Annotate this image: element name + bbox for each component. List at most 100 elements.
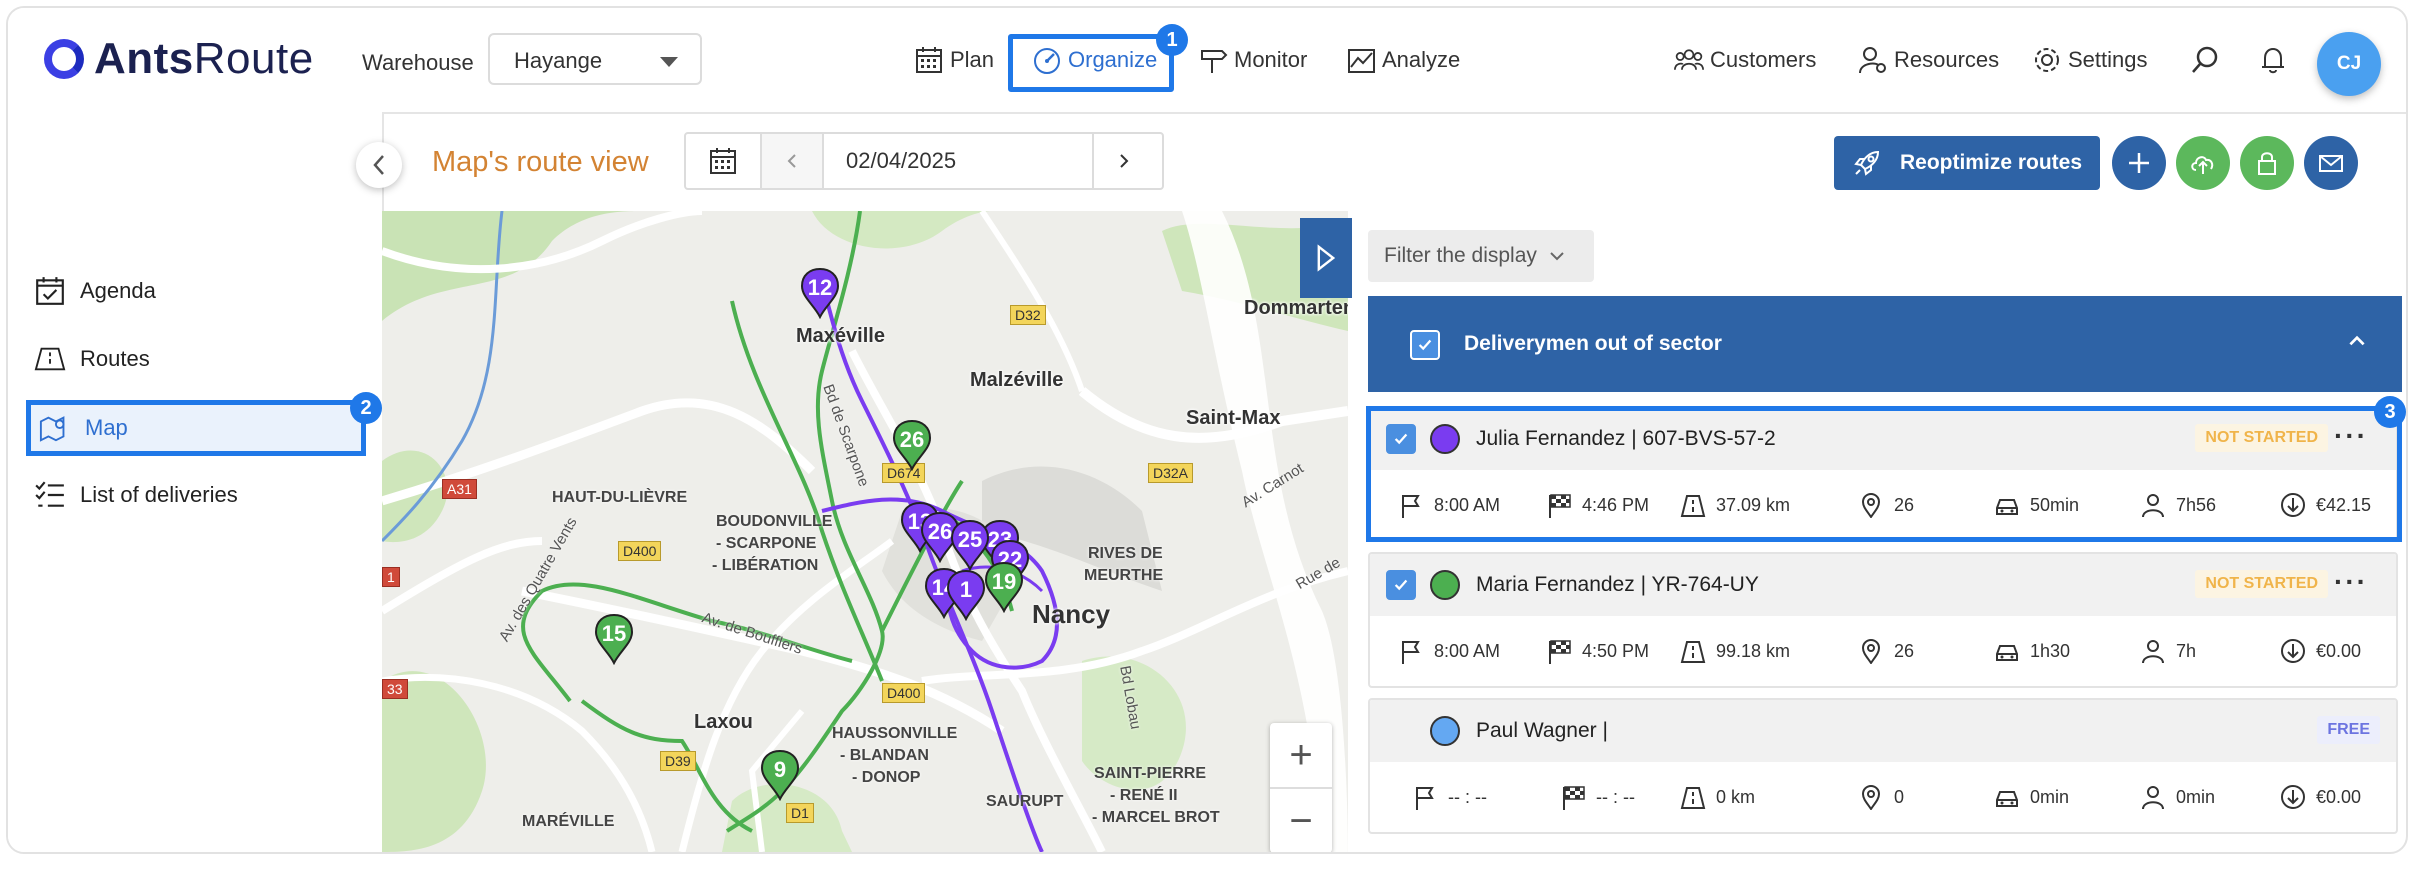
callout-badge-2: 2 (350, 392, 382, 424)
chevron-right-icon (1120, 154, 1129, 168)
route-map[interactable]: Maxéville Malzéville Dommartemont Saint-… (382, 211, 1348, 852)
nav-customers[interactable]: Customers (1674, 8, 1816, 112)
chevron-up-icon[interactable] (2346, 330, 2368, 352)
person-icon (2142, 640, 2164, 664)
map-label-saurupt: SAURUPT (986, 793, 1064, 810)
toggle-panel-button[interactable] (1300, 218, 1352, 298)
organize-highlight (1008, 34, 1174, 92)
map-label-nancy: Nancy (1032, 599, 1111, 629)
driver-card[interactable]: Paul Wagner | FREE -- : -- -- : -- 0 km 0 0min… (1368, 698, 2398, 834)
location-pin-icon (1861, 784, 1881, 810)
road-shield-d39: D39 (660, 751, 696, 771)
calendar-icon (916, 47, 942, 73)
road-shield-a31: A31 (442, 479, 477, 499)
lock-button[interactable] (2240, 136, 2294, 190)
map-pin[interactable]: 26 (892, 419, 932, 472)
date-field[interactable]: 02/04/2025 (824, 134, 1094, 188)
road-shield-d1: D1 (786, 803, 814, 823)
zoom-out-button[interactable]: − (1270, 789, 1332, 852)
driver-card-header: Maria Fernandez | YR-764-UY NOT STARTED ··… (1370, 554, 2396, 616)
map-label-scarpone: - SCARPONE (716, 535, 817, 552)
map-pin-icon (39, 416, 65, 442)
driver-checkbox[interactable] (1386, 570, 1416, 600)
map-label-dommartemont: Dommartemont (1244, 297, 1348, 319)
calendar-check-icon (36, 277, 64, 305)
search-button[interactable] (2190, 8, 2226, 112)
map-pin-label: 1 (959, 577, 973, 602)
map-pin[interactable]: 9 (760, 749, 800, 802)
map-pin-label: 15 (601, 621, 627, 646)
previous-day-button[interactable] (762, 134, 824, 188)
driver-stats: -- : -- -- : -- 0 km 0 0min 0min €0.00 (1370, 762, 2396, 832)
driver-card-header: Paul Wagner | FREE (1370, 700, 2396, 762)
antsroute-logo[interactable]: AntsRoute (44, 34, 314, 84)
add-button[interactable] (2112, 136, 2166, 190)
map-pin[interactable]: 1 (946, 569, 986, 622)
map-label-haussonville: HAUSSONVILLE (832, 725, 958, 742)
finish-flag-icon (1549, 640, 1571, 664)
nav-settings[interactable]: Settings (2032, 8, 2148, 112)
date-picker: 02/04/2025 (684, 132, 1164, 190)
sector-title: Deliverymen out of sector (1464, 332, 1722, 355)
sector-checkbox[interactable] (1410, 330, 1440, 360)
driver-color-dot (1430, 570, 1460, 600)
car-icon (1996, 791, 2018, 807)
map-label-laxou: Laxou (694, 711, 753, 733)
calendar-button[interactable] (686, 134, 762, 188)
map-pin[interactable]: 19 (984, 561, 1024, 614)
stat-work: 7h (2140, 638, 2196, 664)
cloud-upload-button[interactable] (2176, 136, 2230, 190)
sidebar-item-map[interactable]: Map (26, 400, 366, 456)
map-pin-label: 12 (807, 275, 833, 300)
stat-end: 4:50 PM (1546, 638, 1649, 664)
road-shield-1: 1 (382, 567, 400, 587)
nav-monitor[interactable]: Monitor (1198, 8, 1307, 112)
route-sign-icon (34, 347, 66, 371)
road-shield-d32a: D32A (1148, 463, 1194, 483)
next-day-button[interactable] (1094, 134, 1154, 188)
sidebar-item-routes[interactable]: Routes (34, 334, 364, 384)
map-pin-label: 26 (899, 427, 925, 452)
zoom-in-button[interactable]: + (1270, 723, 1332, 789)
filter-display-dropdown[interactable]: Filter the display (1368, 230, 1594, 282)
route-sign-icon (1680, 641, 1706, 663)
map-label-liberation: - LIBÉRATION (712, 557, 819, 574)
more-options-icon[interactable]: ··· (2334, 566, 2368, 598)
map-pin-label: 9 (773, 757, 787, 782)
email-button[interactable] (2304, 136, 2358, 190)
stat-cost: €0.00 (2280, 784, 2361, 810)
map-pin-label: 19 (991, 569, 1017, 594)
map-label-boudonville: BOUDONVILLE (716, 513, 833, 530)
cloud-upload-icon (2191, 156, 2214, 174)
collapse-sidebar-button[interactable] (356, 142, 402, 188)
map-pin[interactable]: 15 (594, 613, 634, 666)
deliverymen-out-of-sector-header[interactable]: Deliverymen out of sector (1368, 296, 2402, 392)
driver-card[interactable]: Maria Fernandez | YR-764-UY NOT STARTED ··… (1368, 552, 2398, 688)
notifications-button[interactable] (2258, 8, 2294, 112)
logo-mark (44, 39, 84, 79)
gear-icon (2035, 48, 2059, 72)
map-label-blandan: - BLANDAN (840, 747, 929, 764)
check-icon (1394, 579, 1408, 591)
nav-plan[interactable]: Plan (914, 8, 994, 112)
envelope-icon (2319, 155, 2343, 172)
map-label-rives-de: RIVES DE (1088, 545, 1163, 562)
nav-resources[interactable]: Resources (1858, 8, 1999, 112)
sidebar-item-agenda[interactable]: Agenda (34, 266, 364, 316)
reoptimize-routes-button[interactable]: Reoptimize routes (1834, 136, 2100, 190)
warehouse-select[interactable]: Hayange (488, 33, 702, 85)
bell-icon (2262, 47, 2284, 74)
app-window: AntsRoute Warehouse Hayange Plan Organiz… (6, 6, 2408, 854)
map-label-marcel-brot: - MARCEL BROT (1092, 809, 1220, 826)
stat-stops: 26 (1858, 638, 1914, 664)
calendar-icon (710, 148, 736, 174)
nav-analyze[interactable]: Analyze (1346, 8, 1460, 112)
stat-distance: 0 km (1680, 784, 1755, 810)
chevron-left-icon (373, 155, 384, 175)
map-label-malzeville: Malzéville (970, 369, 1064, 391)
map-pin[interactable]: 12 (800, 267, 840, 320)
rocket-icon (1854, 150, 1879, 176)
avatar[interactable]: CJ (2317, 32, 2381, 96)
sidebar-item-list-of-deliveries[interactable]: List of deliveries (34, 470, 364, 520)
map-label-saint-pierre: SAINT-PIERRE (1094, 765, 1207, 782)
